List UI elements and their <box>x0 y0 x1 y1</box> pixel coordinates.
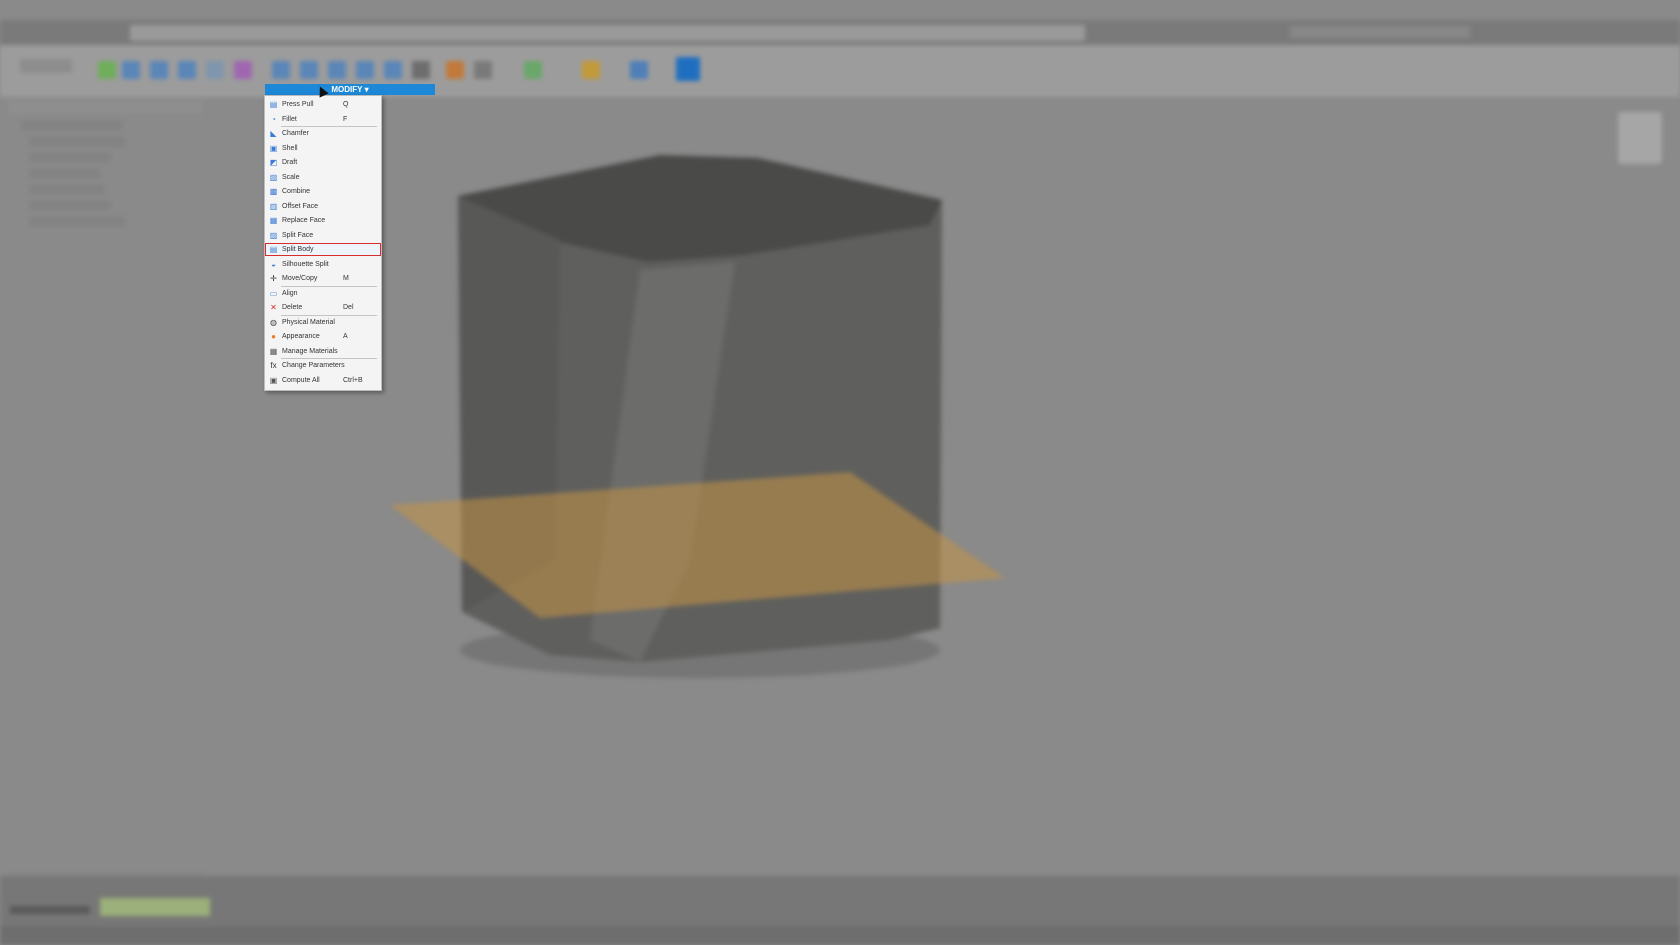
menu-item-shell[interactable]: ▣ Shell <box>265 142 381 155</box>
menu-item-label: Move/Copy <box>282 275 318 282</box>
menu-item-label: Split Body <box>282 246 314 253</box>
menu-item-label: Delete <box>282 304 303 311</box>
modify-menu-tab[interactable]: MODIFY ▾ <box>265 84 435 95</box>
menu-item-label: Physical Material <box>282 318 335 326</box>
model-viewport[interactable] <box>0 0 1680 945</box>
app-background <box>0 0 1680 945</box>
menu-item-shortcut: Ctrl+B <box>343 376 363 384</box>
menu-item-label: Scale <box>282 173 300 181</box>
combine-icon: ▩ <box>269 187 278 196</box>
menu-item-label: Draft <box>282 159 298 166</box>
menu-item-label: Silhouette Split <box>282 260 329 268</box>
physical-material-icon: ◍ <box>270 317 277 327</box>
replace-face-icon: ▦ <box>269 216 278 225</box>
move-copy-icon: ✛ <box>270 274 277 283</box>
menu-item-replace-face[interactable]: ▦ Replace Face <box>265 214 381 227</box>
menu-item-chamfer[interactable]: ◣ Chamfer <box>265 127 381 140</box>
press-pull-icon: ▤ <box>269 100 278 109</box>
menu-item-scale[interactable]: ▧ Scale <box>265 171 381 184</box>
menu-item-label: Manage Materials <box>282 347 338 355</box>
menu-item-offset-face[interactable]: ▥ Offset Face <box>265 200 381 213</box>
delete-icon: ✕ <box>270 303 277 312</box>
menu-item-label: Fillet <box>282 115 297 123</box>
draft-icon: ◩ <box>269 158 278 167</box>
footer-bar <box>0 926 1680 945</box>
offset-face-icon: ▥ <box>269 201 278 211</box>
menu-item-combine[interactable]: ▩ Combine <box>265 185 381 198</box>
menu-item-split-face[interactable]: ▨ Split Face <box>265 229 381 242</box>
menu-item-manage-materials[interactable]: ▦ Manage Materials <box>265 345 381 358</box>
menu-item-label: Shell <box>282 144 298 152</box>
modify-dropdown: ▤ Press Pull Q ◔ Fillet F ◣ Chamfer ▣ Shell ◩ Draft… <box>264 95 382 391</box>
menu-item-label: Split Face <box>282 231 314 239</box>
menu-item-draft[interactable]: ◩ Draft <box>265 156 381 169</box>
menu-item-shortcut: Del <box>343 304 354 311</box>
menu-item-label: Chamfer <box>282 130 309 137</box>
compute-all-icon: ▣ <box>269 375 278 385</box>
align-icon: ▭ <box>269 288 278 298</box>
appearance-icon: ● <box>271 332 276 341</box>
change-parameters-icon: fx <box>270 361 277 370</box>
shell-icon: ▣ <box>269 143 278 153</box>
menu-item-press-pull[interactable]: ▤ Press Pull Q <box>265 98 381 111</box>
menu-item-shortcut: M <box>343 275 349 282</box>
menu-item-label: Combine <box>282 188 311 195</box>
scale-icon: ▧ <box>269 172 278 182</box>
menu-item-compute-all[interactable]: ▣ Compute All Ctrl+B <box>265 374 381 387</box>
menu-item-move-copy[interactable]: ✛ Move/Copy M <box>265 272 381 285</box>
menu-item-physical-material[interactable]: ◍ Physical Material <box>265 316 381 329</box>
split-body-icon: ▤ <box>269 245 278 254</box>
timeline-controls[interactable] <box>10 906 90 914</box>
menu-item-shortcut: F <box>343 115 348 123</box>
timeline-features[interactable] <box>100 898 210 916</box>
menu-item-align[interactable]: ▭ Align <box>265 287 381 300</box>
menu-item-split-body[interactable]: ▤ Split Body <box>265 243 381 256</box>
menu-item-silhouette-split[interactable]: ◒ Silhouette Split <box>265 258 381 271</box>
menu-item-label: Compute All <box>282 376 320 384</box>
menu-item-change-parameters[interactable]: fx Change Parameters <box>265 359 381 372</box>
menu-item-label: Offset Face <box>282 202 319 210</box>
menu-item-label: Change Parameters <box>282 362 345 369</box>
menu-item-appearance[interactable]: ● Appearance A <box>265 330 381 343</box>
menu-item-delete[interactable]: ✕ Delete Del <box>265 301 381 314</box>
chamfer-icon: ◣ <box>270 129 277 138</box>
menu-item-label: Press Pull <box>282 101 314 108</box>
menu-item-label: Appearance <box>282 333 320 340</box>
menu-item-label: Replace Face <box>282 217 326 224</box>
menu-item-label: Align <box>282 289 298 297</box>
menu-item-shortcut: A <box>343 333 348 340</box>
split-face-icon: ▨ <box>269 230 278 240</box>
menu-item-fillet[interactable]: ◔ Fillet F <box>265 113 381 126</box>
menu-item-shortcut: Q <box>343 101 349 108</box>
manage-materials-icon: ▦ <box>269 346 278 356</box>
fillet-icon: ◔ <box>271 114 276 124</box>
timeline <box>0 876 1680 926</box>
silhouette-split-icon: ◒ <box>271 259 276 269</box>
